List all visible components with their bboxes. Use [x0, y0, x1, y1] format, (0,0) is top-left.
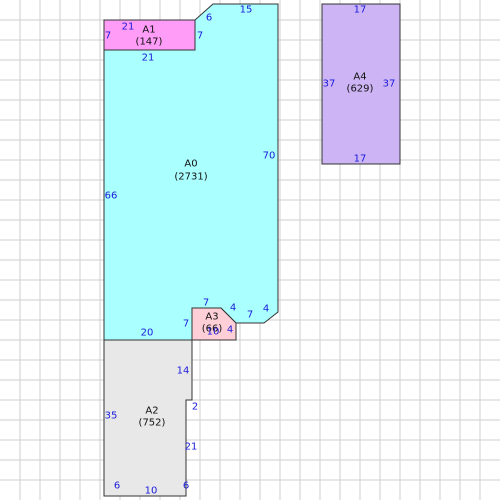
dimension-label: 21 — [122, 22, 135, 33]
room-a1-area: (147) — [136, 37, 163, 48]
dimension-label: 37 — [383, 79, 396, 90]
dimension-label: 14 — [177, 366, 190, 377]
dimension-label: 7 — [247, 310, 253, 321]
room-a2-name: A2 — [145, 406, 158, 417]
dimension-label: 4 — [227, 325, 233, 336]
dimension-label: 6 — [183, 481, 189, 492]
dimension-label: 21 — [185, 442, 198, 453]
dimension-label: 21 — [142, 53, 155, 64]
dimension-label: 7 — [183, 319, 189, 330]
dimension-label: 7 — [197, 31, 203, 42]
dimension-label: 17 — [354, 5, 367, 16]
dimension-label: 6 — [114, 481, 120, 492]
dimension-label: 10 — [207, 327, 220, 338]
dimension-label: 17 — [354, 154, 367, 165]
room-a1-name: A1 — [142, 25, 155, 36]
dimension-label: 66 — [105, 191, 118, 202]
dimension-label: 37 — [323, 79, 336, 90]
room-a4-area: (629) — [347, 84, 374, 95]
room-a4-name: A4 — [353, 72, 366, 83]
dimension-label: 35 — [105, 411, 118, 422]
room-a2-area: (752) — [139, 418, 166, 429]
floor-plan-diagram: A1 (147) A0 (2731) A3 (66) A2 (752) A4 (… — [0, 0, 500, 500]
dimension-label: 20 — [141, 328, 154, 339]
room-a0-area: (2731) — [174, 172, 207, 183]
dimension-label: 6 — [206, 13, 212, 24]
dimension-label: 4 — [230, 303, 236, 314]
dimension-label: 7 — [105, 31, 111, 42]
dimension-label: 15 — [240, 5, 253, 16]
dimension-label: 7 — [203, 298, 209, 309]
dimension-label: 10 — [145, 486, 158, 497]
dimension-label: 4 — [263, 304, 269, 315]
dimension-label: 2 — [192, 402, 198, 413]
dimension-label: 70 — [263, 151, 276, 162]
room-a0-name: A0 — [184, 159, 197, 170]
room-a3-name: A3 — [205, 312, 218, 323]
